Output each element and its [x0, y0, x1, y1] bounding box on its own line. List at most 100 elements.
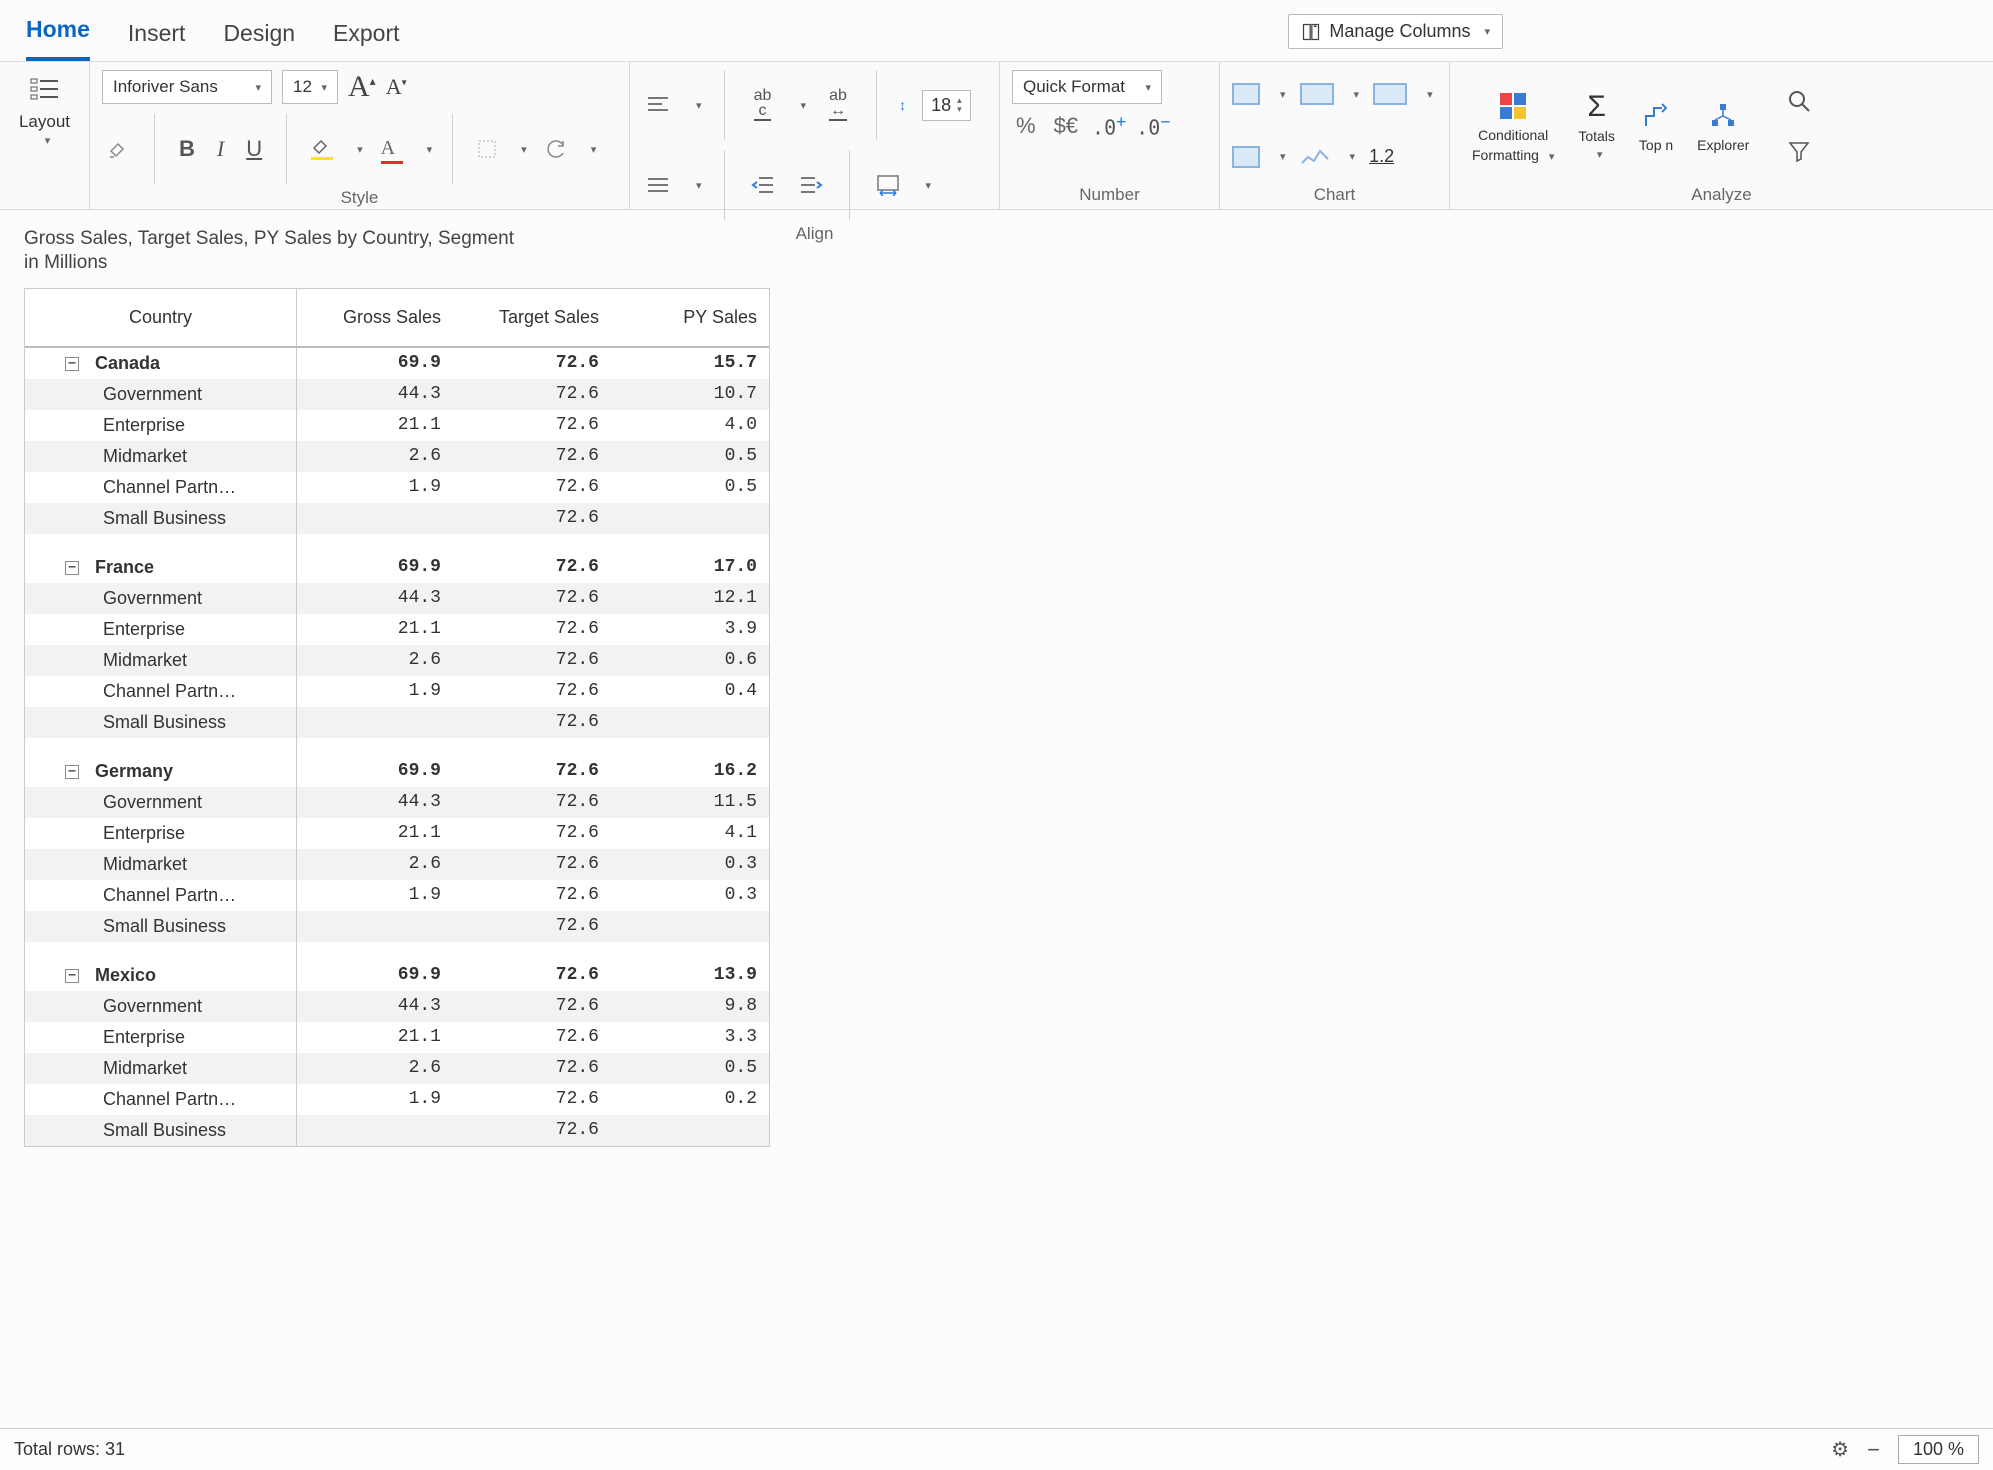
- data-grid[interactable]: Country Gross Sales Target Sales PY Sale…: [24, 288, 770, 1147]
- grid-header: Country Gross Sales Target Sales PY Sale…: [25, 289, 769, 348]
- search-icon[interactable]: [1783, 85, 1815, 117]
- table-row-parent[interactable]: −Germany69.972.616.2: [25, 756, 769, 787]
- explorer-button[interactable]: Explorer: [1687, 99, 1759, 153]
- italic-button[interactable]: I: [213, 134, 228, 164]
- table-row[interactable]: Small Business72.6: [25, 503, 769, 534]
- table-row[interactable]: Enterprise21.172.63.9: [25, 614, 769, 645]
- filter-icon[interactable]: [1783, 135, 1815, 167]
- table-row[interactable]: Channel Partn…1.972.60.5: [25, 472, 769, 503]
- decrease-decimal-button[interactable]: .0−: [1136, 112, 1170, 140]
- layout-icon[interactable]: [25, 70, 65, 110]
- collapse-icon[interactable]: −: [65, 357, 79, 371]
- chevron-down-icon[interactable]: ▾: [591, 143, 597, 156]
- chevron-down-icon[interactable]: ▾: [696, 179, 702, 192]
- col-gross[interactable]: Gross Sales: [297, 289, 455, 346]
- table-row[interactable]: Government44.372.69.8: [25, 991, 769, 1022]
- wrap-text-button[interactable]: abc: [747, 89, 779, 121]
- chevron-down-icon[interactable]: ▾: [521, 143, 527, 156]
- text-overflow-button[interactable]: ab↔: [822, 89, 854, 121]
- totals-button[interactable]: Σ Totals ▾: [1568, 90, 1625, 161]
- chevron-down-icon[interactable]: ▾: [801, 99, 807, 112]
- font-size-select[interactable]: 12▾: [282, 70, 338, 104]
- decrease-font-icon[interactable]: A▾: [386, 74, 407, 100]
- table-row[interactable]: Small Business72.6: [25, 1115, 769, 1146]
- spinner-arrows[interactable]: ▴▾: [957, 96, 962, 114]
- conditional-formatting-button[interactable]: Conditional Formatting ▾: [1462, 89, 1564, 163]
- waterfall-chart-button[interactable]: [1373, 83, 1407, 105]
- table-row[interactable]: Government44.372.611.5: [25, 787, 769, 818]
- bullet-chart-button[interactable]: [1232, 146, 1260, 168]
- increase-indent-button[interactable]: [795, 169, 827, 201]
- table-row-parent[interactable]: −Mexico69.972.613.9: [25, 960, 769, 991]
- table-row[interactable]: Enterprise21.172.64.0: [25, 410, 769, 441]
- table-row[interactable]: Midmarket2.672.60.6: [25, 645, 769, 676]
- chevron-down-icon[interactable]: ▾: [45, 134, 51, 147]
- chevron-down-icon[interactable]: ▾: [427, 143, 433, 156]
- topn-button[interactable]: Top n: [1629, 99, 1683, 153]
- collapse-icon[interactable]: −: [65, 969, 79, 983]
- manage-columns-button[interactable]: Manage Columns ▾: [1288, 14, 1503, 49]
- table-row-parent[interactable]: −Canada69.972.615.7: [25, 348, 769, 379]
- collapse-icon[interactable]: −: [65, 765, 79, 779]
- underline-button[interactable]: U: [242, 134, 266, 164]
- table-row[interactable]: Channel Partn…1.972.60.3: [25, 880, 769, 911]
- chevron-down-icon[interactable]: ▾: [357, 143, 363, 156]
- col-py[interactable]: PY Sales: [613, 289, 771, 346]
- manage-columns-icon: [1301, 22, 1321, 42]
- tab-home[interactable]: Home: [26, 16, 90, 61]
- increase-font-icon[interactable]: A▴: [348, 70, 376, 104]
- table-row[interactable]: Government44.372.612.1: [25, 583, 769, 614]
- chevron-down-icon[interactable]: ▾: [1280, 88, 1286, 101]
- table-row[interactable]: Enterprise21.172.63.3: [25, 1022, 769, 1053]
- table-row[interactable]: Small Business72.6: [25, 707, 769, 738]
- zoom-out-button[interactable]: −: [1859, 1437, 1888, 1463]
- zoom-level[interactable]: 100 %: [1898, 1435, 1979, 1464]
- col-country[interactable]: Country: [25, 289, 297, 346]
- gear-icon[interactable]: ⚙: [1831, 1437, 1849, 1462]
- reset-style-button[interactable]: [541, 137, 571, 161]
- bold-button[interactable]: B: [175, 134, 199, 164]
- fill-color-button[interactable]: [307, 136, 337, 162]
- bar-chart-button[interactable]: [1232, 83, 1260, 105]
- number-format-button[interactable]: 1.2: [1369, 146, 1394, 167]
- font-color-button[interactable]: A: [377, 132, 407, 166]
- table-row[interactable]: Government44.372.610.7: [25, 379, 769, 410]
- quick-format-select[interactable]: Quick Format▾: [1012, 70, 1162, 104]
- chevron-down-icon[interactable]: ▾: [1427, 88, 1433, 101]
- vertical-align-button[interactable]: [642, 89, 674, 121]
- table-row[interactable]: Midmarket2.672.60.5: [25, 441, 769, 472]
- tab-export[interactable]: Export: [333, 20, 399, 61]
- table-row[interactable]: Midmarket2.672.60.5: [25, 1053, 769, 1084]
- decrease-indent-button[interactable]: [747, 169, 779, 201]
- row-height-spinner[interactable]: 18 ▴▾: [922, 90, 971, 121]
- table-row-parent[interactable]: −France69.972.617.0: [25, 552, 769, 583]
- table-row[interactable]: Channel Partn…1.972.60.4: [25, 676, 769, 707]
- separator: [452, 114, 453, 184]
- collapse-icon[interactable]: −: [65, 561, 79, 575]
- fit-width-button[interactable]: [872, 169, 904, 201]
- percent-button[interactable]: %: [1012, 113, 1040, 139]
- chevron-down-icon: ▾: [1145, 81, 1151, 94]
- chevron-down-icon[interactable]: ▾: [1350, 150, 1356, 163]
- report-area: Gross Sales, Target Sales, PY Sales by C…: [0, 210, 1993, 1147]
- tab-insert[interactable]: Insert: [128, 20, 186, 61]
- font-family-select[interactable]: Inforiver Sans▾: [102, 70, 272, 104]
- table-row[interactable]: Channel Partn…1.972.60.2: [25, 1084, 769, 1115]
- chevron-down-icon[interactable]: ▾: [926, 179, 932, 192]
- borders-button[interactable]: [473, 137, 501, 161]
- chevron-down-icon[interactable]: ▾: [1280, 150, 1286, 163]
- table-row[interactable]: Midmarket2.672.60.3: [25, 849, 769, 880]
- table-row[interactable]: Small Business72.6: [25, 911, 769, 942]
- chevron-down-icon[interactable]: ▾: [1354, 88, 1360, 101]
- sparkline-button[interactable]: [1300, 147, 1330, 167]
- increase-decimal-button[interactable]: .0+: [1092, 112, 1126, 140]
- chevron-down-icon[interactable]: ▾: [696, 99, 702, 112]
- tab-design[interactable]: Design: [223, 20, 295, 61]
- format-painter-icon[interactable]: [102, 135, 134, 163]
- horizontal-align-button[interactable]: [642, 169, 674, 201]
- col-target[interactable]: Target Sales: [455, 289, 613, 346]
- table-row[interactable]: Enterprise21.172.64.1: [25, 818, 769, 849]
- stacked-chart-button[interactable]: [1300, 83, 1334, 105]
- group-label-number: Number: [1012, 181, 1207, 205]
- currency-button[interactable]: $€: [1050, 113, 1082, 139]
